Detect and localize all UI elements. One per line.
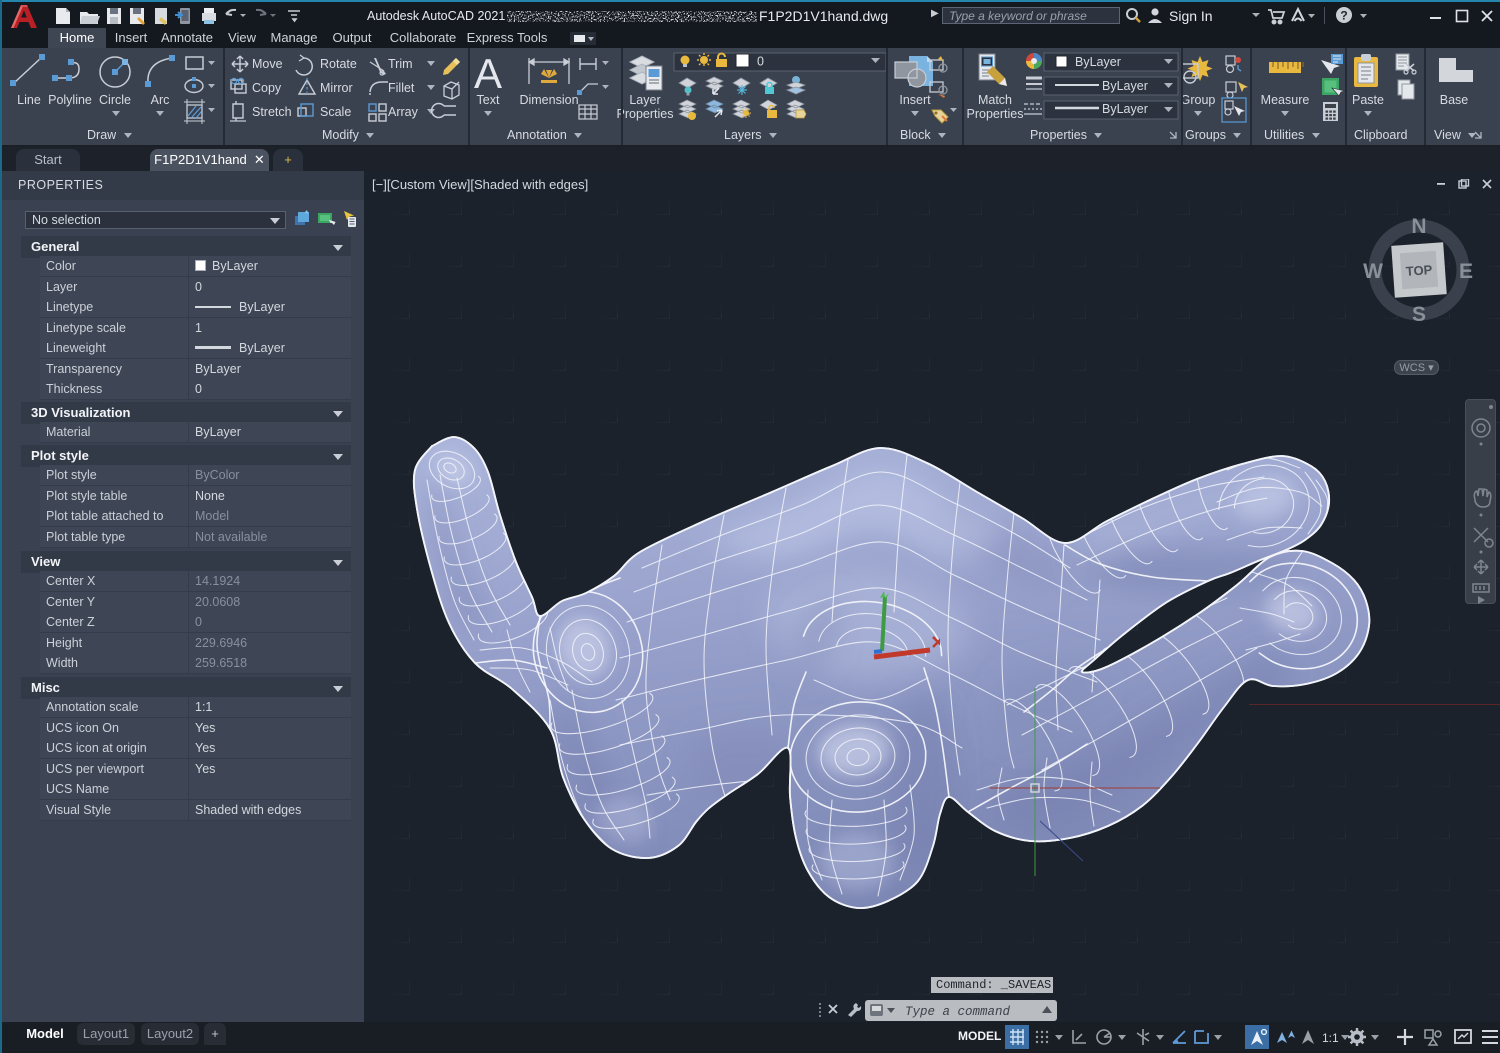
svg-text:Paste: Paste [1352, 93, 1384, 107]
svg-text:Insert: Insert [899, 93, 931, 107]
svg-text:Dimension: Dimension [519, 93, 578, 107]
svg-text:Polyline: Polyline [48, 93, 92, 107]
svg-text:A: A [474, 50, 502, 97]
svg-text:Properties: Properties [617, 107, 674, 121]
svg-text:Group: Group [1181, 93, 1216, 107]
svg-text:Fillet: Fillet [388, 81, 415, 95]
svg-text:Match: Match [978, 93, 1012, 107]
svg-text:Rotate: Rotate [320, 57, 357, 71]
svg-text:Arc: Arc [151, 93, 170, 107]
svg-text:Array: Array [388, 105, 419, 119]
svg-text:ByLayer: ByLayer [1075, 55, 1121, 69]
svg-text:Properties: Properties [967, 107, 1024, 121]
svg-text:?: ? [1340, 9, 1347, 23]
svg-text:Line: Line [17, 93, 41, 107]
svg-text:Base: Base [1440, 93, 1469, 107]
svg-text:Circle: Circle [99, 93, 131, 107]
svg-text:Copy: Copy [252, 81, 282, 95]
svg-text:Measure: Measure [1261, 93, 1310, 107]
svg-text:Scale: Scale [320, 105, 351, 119]
svg-text:Type a command: Type a command [905, 1005, 1011, 1019]
svg-text:0: 0 [757, 55, 764, 69]
svg-text:Text: Text [477, 93, 500, 107]
svg-text:Layer: Layer [629, 93, 660, 107]
svg-text:ByLayer: ByLayer [1102, 79, 1148, 93]
svg-text:Stretch: Stretch [252, 105, 292, 119]
svg-text:1:1: 1:1 [1322, 1031, 1339, 1045]
svg-text:Trim: Trim [388, 57, 413, 71]
svg-text:Move: Move [252, 57, 283, 71]
svg-text:Mirror: Mirror [320, 81, 353, 95]
svg-text:ByLayer: ByLayer [1102, 102, 1148, 116]
